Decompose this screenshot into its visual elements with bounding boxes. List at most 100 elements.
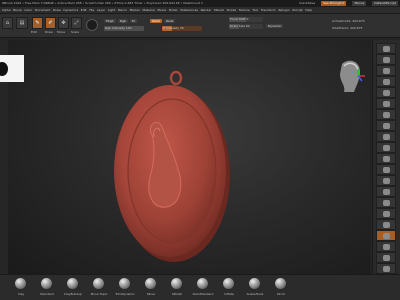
brush-inflate[interactable]: Inflate [216,277,242,299]
shelf-button-move[interactable] [376,186,396,197]
menu-item-transform[interactable]: Transform [261,8,276,12]
shelf-button-local[interactable] [376,142,396,153]
rotate-icon [383,211,390,217]
total-points-readout: TotalPoints: 409,875 [332,26,363,30]
brush-clay[interactable]: Clay [8,277,34,299]
shelf-button-xyz[interactable] [376,164,396,175]
active-points-readout: ActivePoints: 409,875 [332,19,365,23]
menu-item-brush[interactable]: Brush [13,8,22,12]
shelf-button-zoom3d[interactable] [376,197,396,208]
brush-damstandard[interactable]: DamStandard [190,277,216,299]
shelf-button-scroll[interactable] [376,65,396,76]
menu-item-color[interactable]: Color [24,8,32,12]
aahalf-icon [383,101,390,107]
focal-shift-slider[interactable]: Focal Shift 0 [229,17,263,22]
menu-item-preferences[interactable]: Preferences [180,8,198,12]
menu-item-file[interactable]: File [89,8,94,12]
brush-tray: Clay Standard ClayBuildup Move Topol TrimDyn… [0,274,400,300]
default-zscript-button[interactable]: DefaultZScript [372,1,398,6]
home-icon: ⌂ [5,20,10,26]
brush-snakehook[interactable]: SnakeHook [242,277,268,299]
shelf-button-aahalf[interactable] [376,98,396,109]
material-sphere-icon[interactable] [86,19,98,31]
zsub-toggle[interactable]: Zsub [164,19,176,23]
move-icon [383,189,390,195]
brush-hpolish[interactable]: hPolish [164,277,190,299]
frame-icon [383,178,390,184]
floor-icon [383,134,390,140]
edit-button[interactable]: ✎ [32,17,43,29]
shelf-button-zoom[interactable] [376,76,396,87]
shelf-button-actual[interactable] [376,87,396,98]
brush-label: DamStandard [192,292,214,296]
menu-item-picker[interactable]: Picker [169,8,178,12]
mrgb-toggle[interactable]: Mrgb [104,19,116,23]
draw-button[interactable]: ✐ [45,17,56,29]
menu-item-layer[interactable]: Layer [97,8,105,12]
shelf-button-floor[interactable] [376,131,396,142]
brush-move[interactable]: Move [138,277,164,299]
brush-claybuildup[interactable]: ClayBuildup [60,277,86,299]
canvas-viewport[interactable] [8,40,370,274]
menu-item-stroke[interactable]: Stroke [227,8,237,12]
shelf-button-spix[interactable] [376,54,396,65]
shelf-button-frame[interactable] [376,175,396,186]
menu-item-light[interactable]: Light [108,8,116,12]
dynamic-toggle[interactable]: Dynamic [266,24,284,28]
shelf-button-ghost[interactable] [376,241,396,252]
menu-item-draw[interactable]: Draw [53,8,61,12]
z-intensity-slider[interactable]: Z Intensity 25 [162,26,202,31]
menus-button[interactable]: Menus [352,1,367,6]
menu-item-tool[interactable]: Tool [252,8,258,12]
shelf-button-rotate[interactable] [376,208,396,219]
top-toolbar: ⌂ ▤ ✎ ✐ ✥ ⤢ Edit Draw Move Scale Mrgb Rg… [0,14,400,38]
menu-item-macro[interactable]: Macro [118,8,127,12]
draw-icon: ✐ [48,20,53,26]
shelf-button-dynamic[interactable] [376,109,396,120]
shelf-button-lsym[interactable] [376,153,396,164]
left-panel-tab[interactable] [0,55,24,82]
home-button[interactable]: ⌂ [2,17,13,29]
menu-item-dynamics[interactable]: Dynamics [63,8,78,12]
move-button[interactable]: ✥ [58,17,69,29]
shelf-button-persp[interactable] [376,120,396,131]
draw-size-slider[interactable]: Draw Size 64 [229,24,263,29]
menu-item-stencil[interactable]: Stencil [214,8,224,12]
brush-pinch[interactable]: Pinch [268,277,294,299]
menu-item-help[interactable]: Help [305,8,312,12]
brush-standard[interactable]: Standard [34,277,60,299]
see-through-slider[interactable]: See-through 0 [321,1,347,6]
shelf-button-transp[interactable] [376,230,396,241]
shelf-button-xpose[interactable] [376,263,396,274]
menu-item-edit[interactable]: Edit [81,8,87,12]
shelf-button-bpr[interactable] [376,43,396,54]
menu-item-document[interactable]: Document [35,8,51,12]
brush-label: hPolish [171,292,183,296]
menu-item-movie[interactable]: Movie [157,8,166,12]
menu-item-alpha[interactable]: Alpha [2,8,11,12]
spix-icon [383,57,390,63]
brush-preview-icon [41,278,52,289]
brush-preview-icon [223,278,234,289]
zadd-toggle[interactable]: Zadd [150,19,162,23]
menu-item-texture[interactable]: Texture [239,8,250,12]
brush-trimdynamic[interactable]: TrimDynamic [112,277,138,299]
menu-item-marker[interactable]: Marker [130,8,140,12]
m-toggle[interactable]: M [130,19,137,23]
menu-item-render[interactable]: Render [201,8,212,12]
shelf-button-solo[interactable] [376,252,396,263]
rgb-toggle[interactable]: Rgb [118,19,128,23]
menu-item-zscript[interactable]: Zscript [292,8,302,12]
brush-move-topol[interactable]: Move Topol [86,277,112,299]
scale-button[interactable]: ⤢ [71,17,82,29]
menu-item-zplugin[interactable]: Zplugin [278,8,289,12]
medal-model[interactable] [106,65,246,270]
rgb-intensity-slider[interactable]: Rgb Intensity 100 [104,26,144,31]
quicksave-button[interactable]: QuickSave [299,0,315,7]
shelf-button-polyf[interactable] [376,219,396,230]
lightbox-button[interactable]: ▤ [16,17,28,29]
brush-preview-icon [275,278,286,289]
orientation-head-gizmo-icon[interactable] [334,58,366,96]
menu-item-material[interactable]: Material [143,8,155,12]
local-icon [383,145,390,151]
